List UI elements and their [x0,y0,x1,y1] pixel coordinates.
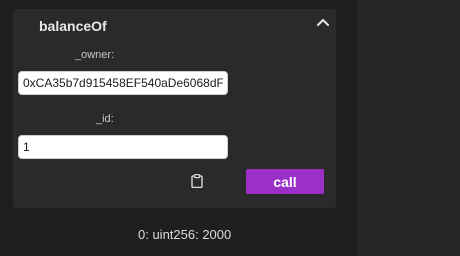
param-label-owner: _owner: [75,49,115,61]
function-name: balanceOf [39,18,107,34]
chevron-up-icon [317,18,329,26]
id-input[interactable] [18,135,228,159]
clipboard-icon[interactable] [191,174,203,188]
app-root: balanceOf _owner: _id: call 0: uint256: … [0,0,460,256]
call-result: 0: uint256: 2000 [138,227,232,242]
side-panel [357,0,460,256]
call-button[interactable]: call [246,169,324,194]
function-card: balanceOf _owner: _id: call [13,9,336,208]
collapse-button[interactable] [316,15,330,29]
owner-input[interactable] [18,71,228,95]
param-label-id: _id: [96,113,114,125]
